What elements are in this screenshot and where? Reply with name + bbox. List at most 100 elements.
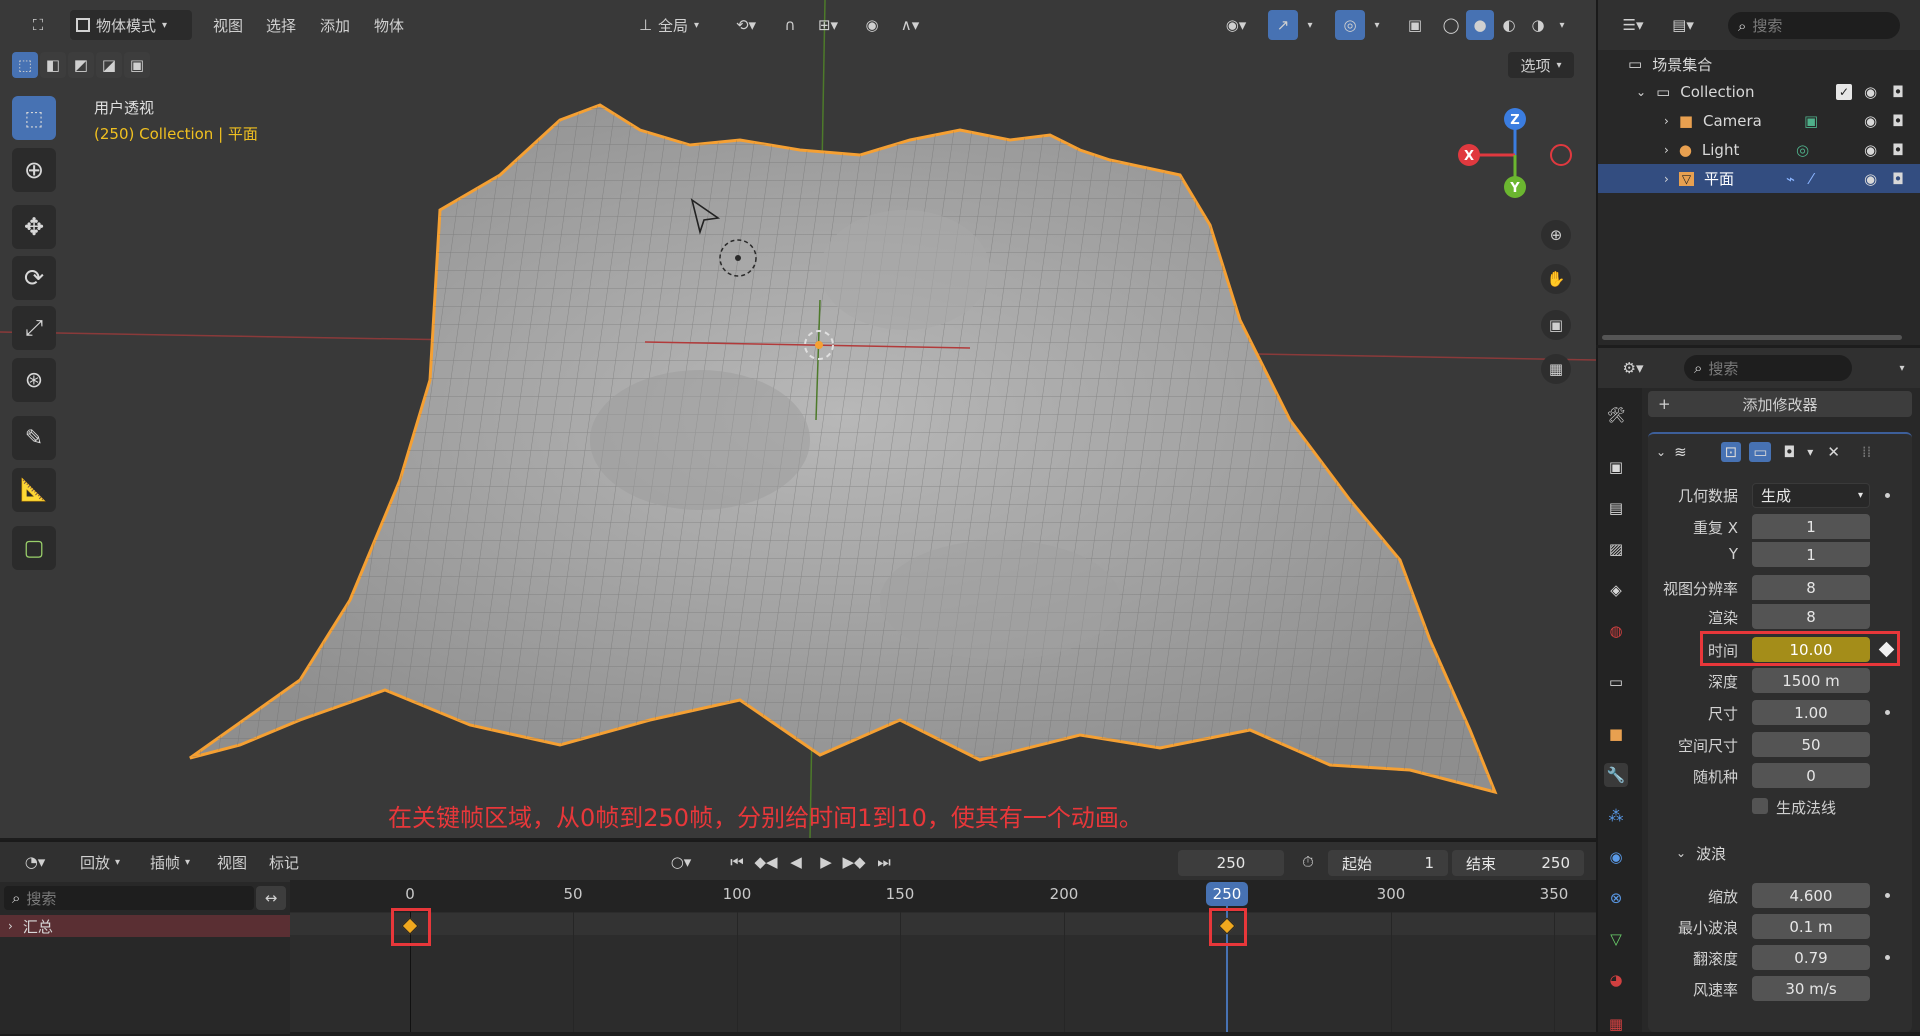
next-keyframe-button[interactable]: ▶◆ (840, 848, 868, 876)
checkbox-icon[interactable]: ✓ (1836, 84, 1852, 100)
navigation-gizmo[interactable]: Z X Y (1455, 105, 1575, 205)
tab-particles[interactable]: ⁂ (1604, 804, 1628, 828)
spatial-size-field[interactable]: 50 (1752, 732, 1870, 757)
camera-render-icon[interactable]: ◘ (1892, 83, 1904, 101)
shading-rendered[interactable]: ◑ (1524, 10, 1552, 40)
camera-render-icon[interactable]: ◘ (1892, 112, 1904, 130)
current-frame-field[interactable]: 250 (1178, 850, 1284, 876)
outliner-row-camera[interactable]: › ■ Camera ▣ ◉ ◘ (1598, 107, 1920, 135)
tab-view-layer[interactable]: ▨ (1604, 537, 1628, 561)
outliner-row-collection[interactable]: ⌄ ▭ Collection ✓ ◉ ◘ (1598, 78, 1920, 106)
xray-toggle[interactable]: ▣ (1400, 10, 1430, 40)
tool-measure[interactable]: 📐 (12, 468, 56, 512)
outliner-row-root[interactable]: ▭ 场景集合 (1598, 50, 1920, 78)
jump-end-button[interactable]: ⏭ (870, 848, 898, 876)
geometry-dropdown[interactable]: 生成 ▾ (1752, 483, 1870, 508)
menu-select[interactable]: 选择 (258, 10, 304, 40)
select-invert-button[interactable]: ◪ (96, 52, 122, 78)
add-modifier-button[interactable]: + 添加修改器 (1648, 391, 1912, 417)
keyframe-dot[interactable] (1885, 493, 1890, 498)
keyframe-dot[interactable] (1885, 893, 1890, 898)
outliner-editor-type[interactable]: ☰▾ (1612, 10, 1654, 40)
tool-cursor[interactable]: ⊕ (12, 148, 56, 192)
play-button[interactable]: ▶ (812, 848, 840, 876)
eye-icon[interactable]: ◉ (1864, 141, 1877, 159)
zoom-button[interactable]: ⊕ (1541, 220, 1571, 250)
start-frame-field[interactable]: 起始 1 (1328, 850, 1448, 876)
timeline-view-menu[interactable]: 视图 (210, 848, 254, 876)
chevron-down-icon[interactable]: ⌄ (1656, 445, 1666, 459)
repeat-x-field[interactable]: 1 (1752, 514, 1870, 539)
tab-constraints[interactable]: ⊗ (1604, 886, 1628, 910)
playback-menu[interactable]: 回放 ▾ (68, 848, 132, 876)
random-seed-field[interactable]: 0 (1752, 763, 1870, 788)
viewport-resolution-field[interactable]: 8 (1752, 575, 1870, 600)
visibility-dropdown[interactable]: ◉▾ (1215, 10, 1257, 40)
outliner-row-plane[interactable]: › ▽ 平面 ⌁ ⁄ ◉ ◘ (1598, 164, 1920, 193)
repeat-y-field[interactable]: 1 (1752, 542, 1870, 567)
camera-render-icon[interactable]: ◘ (1892, 170, 1904, 188)
outliner-search[interactable]: ⌕ 搜索 (1728, 12, 1900, 39)
tool-annotate[interactable]: ✎ (12, 416, 56, 460)
tab-data[interactable]: ▽ (1604, 927, 1628, 951)
shading-wireframe[interactable]: ◯ (1437, 10, 1465, 40)
menu-add[interactable]: 添加 (312, 10, 358, 40)
options-dropdown[interactable]: 选项 ▾ (1508, 52, 1574, 78)
timeline-editor-type[interactable]: ◔▾ (14, 848, 56, 876)
wind-velocity-field[interactable]: 30 m/s (1752, 976, 1870, 1001)
tab-collection[interactable]: ▭ (1604, 670, 1628, 694)
snap-target-dropdown[interactable]: ⊞▾ (808, 10, 848, 40)
filter-toggle[interactable]: ↔ (256, 886, 286, 910)
camera-render-icon[interactable]: ◘ (1892, 141, 1904, 159)
timeline-search[interactable]: ⌕ 搜索 (4, 886, 254, 910)
waves-subpanel-header[interactable]: ⌄ 波浪 (1676, 841, 1896, 865)
tool-add-cube[interactable]: ▢ (12, 526, 56, 570)
keying-menu[interactable]: 插帧 ▾ (138, 848, 202, 876)
camera-view-button[interactable]: ▣ (1541, 310, 1571, 340)
close-icon[interactable]: ✕ (1827, 443, 1840, 461)
snap-toggle[interactable]: ∩ (775, 10, 805, 40)
eye-icon[interactable]: ◉ (1864, 83, 1877, 101)
jump-start-button[interactable]: ⏮ (723, 848, 751, 876)
outliner-row-light[interactable]: › ● Light ◎ ◉ ◘ (1598, 136, 1920, 164)
properties-options-dropdown[interactable]: ▾ (1890, 354, 1914, 382)
overlay-dropdown[interactable]: ▾ (1367, 10, 1387, 40)
tab-physics[interactable]: ◉ (1604, 845, 1628, 869)
menu-object[interactable]: 物体 (366, 10, 412, 40)
tab-modifiers[interactable]: 🔧 (1604, 763, 1628, 787)
render-resolution-field[interactable]: 8 (1752, 604, 1870, 629)
tab-output[interactable]: ▤ (1604, 496, 1628, 520)
pan-button[interactable]: ✋ (1541, 264, 1571, 294)
summary-channel[interactable]: › 汇总 (0, 915, 290, 937)
end-frame-field[interactable]: 结束 250 (1452, 850, 1584, 876)
menu-view[interactable]: 视图 (205, 10, 251, 40)
shading-material[interactable]: ◐ (1495, 10, 1523, 40)
proportional-edit-toggle[interactable]: ◉ (858, 10, 886, 40)
edit-mode-toggle-icon[interactable]: ⊡ (1720, 442, 1742, 462)
overlay-toggle[interactable]: ◎ (1335, 10, 1365, 40)
tab-texture[interactable]: ▦ (1604, 1012, 1628, 1036)
display-mode-dropdown[interactable]: ▤▾ (1662, 10, 1704, 40)
object-mode-dropdown[interactable]: 物体模式 ▾ (70, 10, 192, 40)
select-new-button[interactable]: ⬚ (12, 52, 38, 78)
tool-select-box[interactable]: ⬚ (12, 96, 56, 140)
ortho-toggle-button[interactable]: ▦ (1541, 354, 1571, 384)
chevron-right-icon[interactable]: › (1664, 172, 1669, 186)
play-reverse-button[interactable]: ◀ (782, 848, 810, 876)
editor-type-button[interactable]: ⛶ (18, 10, 58, 40)
chevron-right-icon[interactable]: › (1664, 143, 1669, 157)
scale-field[interactable]: 4.600 (1752, 883, 1870, 908)
choppiness-field[interactable]: 0.79 (1752, 945, 1870, 970)
tab-world[interactable]: ◍ (1604, 619, 1628, 643)
properties-editor-type[interactable]: ⚙▾ (1612, 354, 1654, 382)
time-field[interactable]: 10.00 (1752, 637, 1870, 662)
tool-move[interactable]: ✥ (12, 205, 56, 249)
falloff-dropdown[interactable]: ∧▾ (890, 10, 930, 40)
tool-transform[interactable]: ⊛ (12, 358, 56, 402)
render-toggle-icon[interactable]: ◘ (1779, 442, 1799, 462)
keyframe-dot[interactable] (1885, 710, 1890, 715)
properties-search[interactable]: ⌕ 搜索 (1684, 355, 1852, 381)
preview-range-toggle[interactable]: ⏱ (1294, 848, 1322, 876)
tab-object[interactable]: ■ (1604, 722, 1628, 746)
select-subtract-button[interactable]: ◩ (68, 52, 94, 78)
